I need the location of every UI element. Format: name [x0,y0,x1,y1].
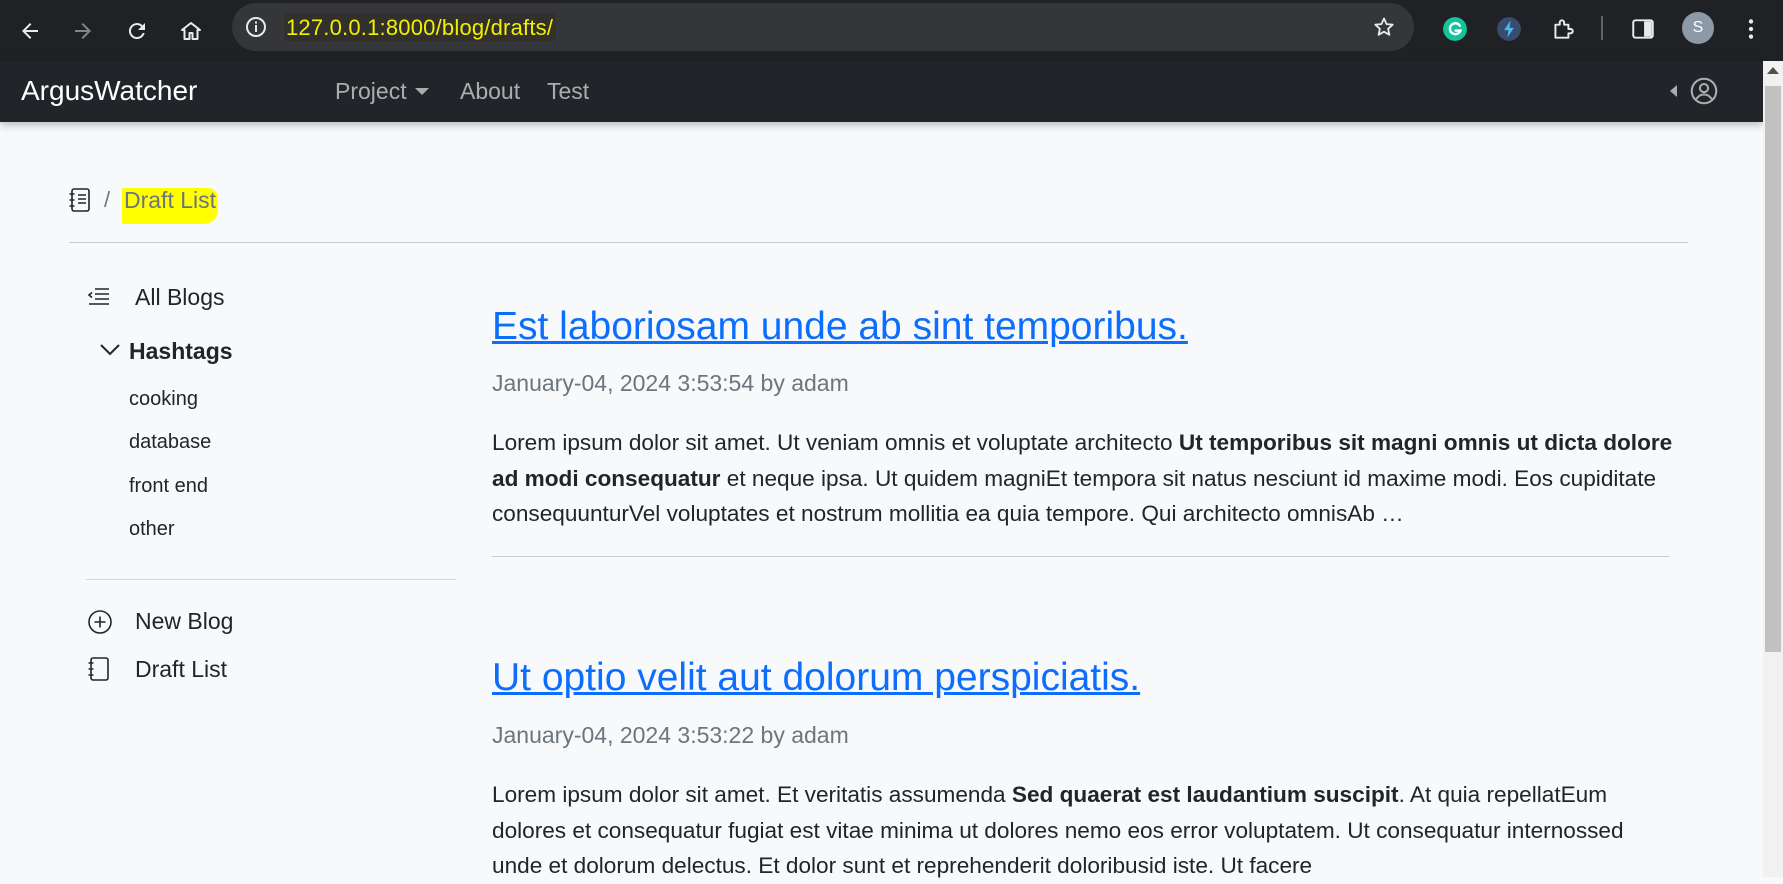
sidebar-tag-database[interactable]: database [129,431,211,454]
plus-circle-icon[interactable] [87,609,113,635]
brand-logo[interactable]: ArgusWatcher [21,75,197,107]
breadcrumb-separator: / [104,187,111,212]
site-info-icon[interactable] [244,15,268,39]
sidebar-hashtags-heading[interactable]: Hashtags [129,338,233,365]
forward-arrow-icon[interactable] [66,14,100,48]
side-panel-icon[interactable] [1628,14,1658,44]
profile-avatar[interactable]: S [1682,12,1714,44]
lightning-extension-icon[interactable] [1494,14,1524,44]
toolbar-divider [1601,16,1603,40]
breadcrumb-divider [69,242,1688,243]
post-meta: January-04, 2024 3:53:22 by adam [492,722,849,748]
notebook-icon[interactable] [87,656,111,682]
app-navbar: ArgusWatcher Project About Test [0,61,1763,122]
sidebar-new-blog[interactable]: New Blog [135,608,233,635]
post-excerpt-text: Lorem ipsum dolor sit amet. Ut veniam om… [492,430,1179,455]
url-text[interactable]: 127.0.0.1:8000/blog/drafts/ [286,15,553,41]
browser-toolbar: 127.0.0.1:8000/blog/drafts/ S [0,0,1783,61]
nav-test[interactable]: Test [547,78,589,105]
sidebar-tag-other[interactable]: other [129,518,175,541]
chevron-down-icon[interactable] [98,340,122,358]
sidebar-tag-cooking[interactable]: cooking [129,388,198,411]
reload-icon[interactable] [120,14,154,48]
post-divider [492,556,1670,557]
sidebar-draft-list[interactable]: Draft List [135,656,227,683]
bookmark-star-icon[interactable] [1372,15,1396,39]
post-excerpt: Lorem ipsum dolor sit amet. Et veritatis… [492,777,1676,884]
nav-about[interactable]: About [460,78,520,105]
caret-left-icon[interactable] [1670,85,1677,97]
user-account-icon[interactable] [1690,77,1718,105]
post-excerpt-text: Lorem ipsum dolor sit amet. Et veritatis… [492,782,1012,807]
dropdown-caret-icon [414,88,429,95]
back-arrow-icon[interactable] [13,14,47,48]
post-meta: January-04, 2024 3:53:54 by adam [492,370,849,396]
scrollbar-thumb[interactable] [1765,86,1781,652]
extensions-puzzle-icon[interactable] [1548,14,1578,44]
post-excerpt-bold: Sed quaerat est laudantium suscipit [1011,782,1399,807]
home-icon[interactable] [174,14,208,48]
list-indent-icon[interactable] [87,284,111,308]
post-excerpt: Lorem ipsum dolor sit amet. Ut veniam om… [492,425,1676,532]
breadcrumb-current: Draft List [124,187,217,213]
post-title-link[interactable]: Est laboriosam unde ab sint temporibus. [492,305,1188,349]
address-bar[interactable]: 127.0.0.1:8000/blog/drafts/ [232,3,1414,51]
sidebar-divider [86,579,456,580]
nav-project-label: Project [335,78,407,104]
post-title-link[interactable]: Ut optio velit aut dolorum perspiciatis. [492,656,1140,700]
grammarly-extension-icon[interactable] [1440,14,1470,44]
journal-icon[interactable] [68,187,92,213]
nav-project-dropdown[interactable]: Project [335,78,429,105]
sidebar-all-blogs[interactable]: All Blogs [135,284,224,311]
sidebar-tag-front-end[interactable]: front end [129,475,208,498]
more-menu-icon[interactable] [1736,14,1766,44]
scroll-up-arrow-icon[interactable] [1767,67,1779,74]
